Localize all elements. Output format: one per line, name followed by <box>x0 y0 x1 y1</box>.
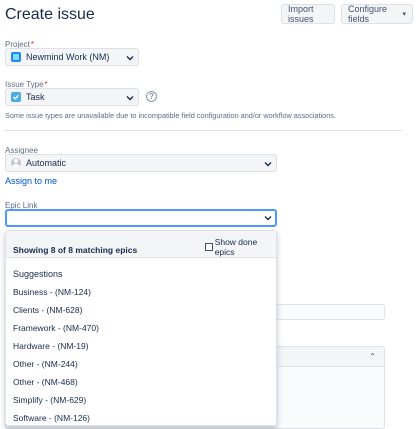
dropdown-header: Showing 8 of 8 matching epics Show done … <box>6 231 276 258</box>
show-done-epics-label: Show done epics <box>214 237 258 257</box>
epic-option[interactable]: Clients - (NM-628) <box>6 301 276 319</box>
project-avatar-icon <box>11 52 21 62</box>
show-done-epics-checkbox[interactable] <box>205 243 213 251</box>
assign-to-me-link[interactable]: Assign to me <box>5 176 57 186</box>
import-issues-button[interactable]: Import issues <box>281 4 335 24</box>
chevron-down-icon <box>264 162 272 167</box>
epic-dropdown: Showing 8 of 8 matching epics Show done … <box>5 230 277 426</box>
issue-type-note: Some issue types are unavailable due to … <box>5 111 336 120</box>
epic-option[interactable]: Framework - (NM-470) <box>6 319 276 337</box>
configure-fields-label: Configure fields <box>348 4 388 24</box>
epic-option[interactable]: Simplify - (NM-629) <box>6 391 276 409</box>
matching-count: Showing 8 of 8 matching epics <box>13 245 138 255</box>
project-value: Newmind Work (NM) <box>26 52 110 62</box>
issue-type-select[interactable]: Task <box>5 88 139 106</box>
configure-fields-button[interactable]: Configure fields ▾ <box>341 4 413 24</box>
help-icon[interactable]: ? <box>146 91 157 102</box>
epic-option[interactable]: Hardware - (NM-19) <box>6 337 276 355</box>
epic-link-input[interactable] <box>5 209 277 227</box>
issue-type-value: Task <box>26 92 45 102</box>
chevron-down-icon <box>126 56 134 61</box>
project-select[interactable]: Newmind Work (NM) <box>5 48 139 66</box>
page-title: Create issue <box>5 6 95 23</box>
chevron-down-icon <box>264 216 272 221</box>
assignee-value: Automatic <box>26 158 67 168</box>
suggestions-heading: Suggestions <box>13 269 63 279</box>
epic-option[interactable]: Other - (NM-244) <box>6 355 276 373</box>
avatar-icon <box>11 158 21 168</box>
chevron-up-icon[interactable]: ⌃ <box>369 352 376 361</box>
chevron-down-icon <box>126 96 134 101</box>
chevron-down-icon: ▾ <box>402 11 406 18</box>
divider <box>5 130 402 131</box>
task-icon <box>11 92 21 102</box>
epic-option[interactable]: Other - (NM-468) <box>6 373 276 391</box>
epic-option[interactable]: Software - (NM-126) <box>6 409 276 425</box>
epic-list: Business - (NM-124) Clients - (NM-628) F… <box>6 283 276 425</box>
show-done-epics-toggle[interactable]: Show done epics <box>205 237 276 257</box>
assignee-select[interactable]: Automatic <box>5 154 277 172</box>
epic-option[interactable]: Business - (NM-124) <box>6 283 276 301</box>
